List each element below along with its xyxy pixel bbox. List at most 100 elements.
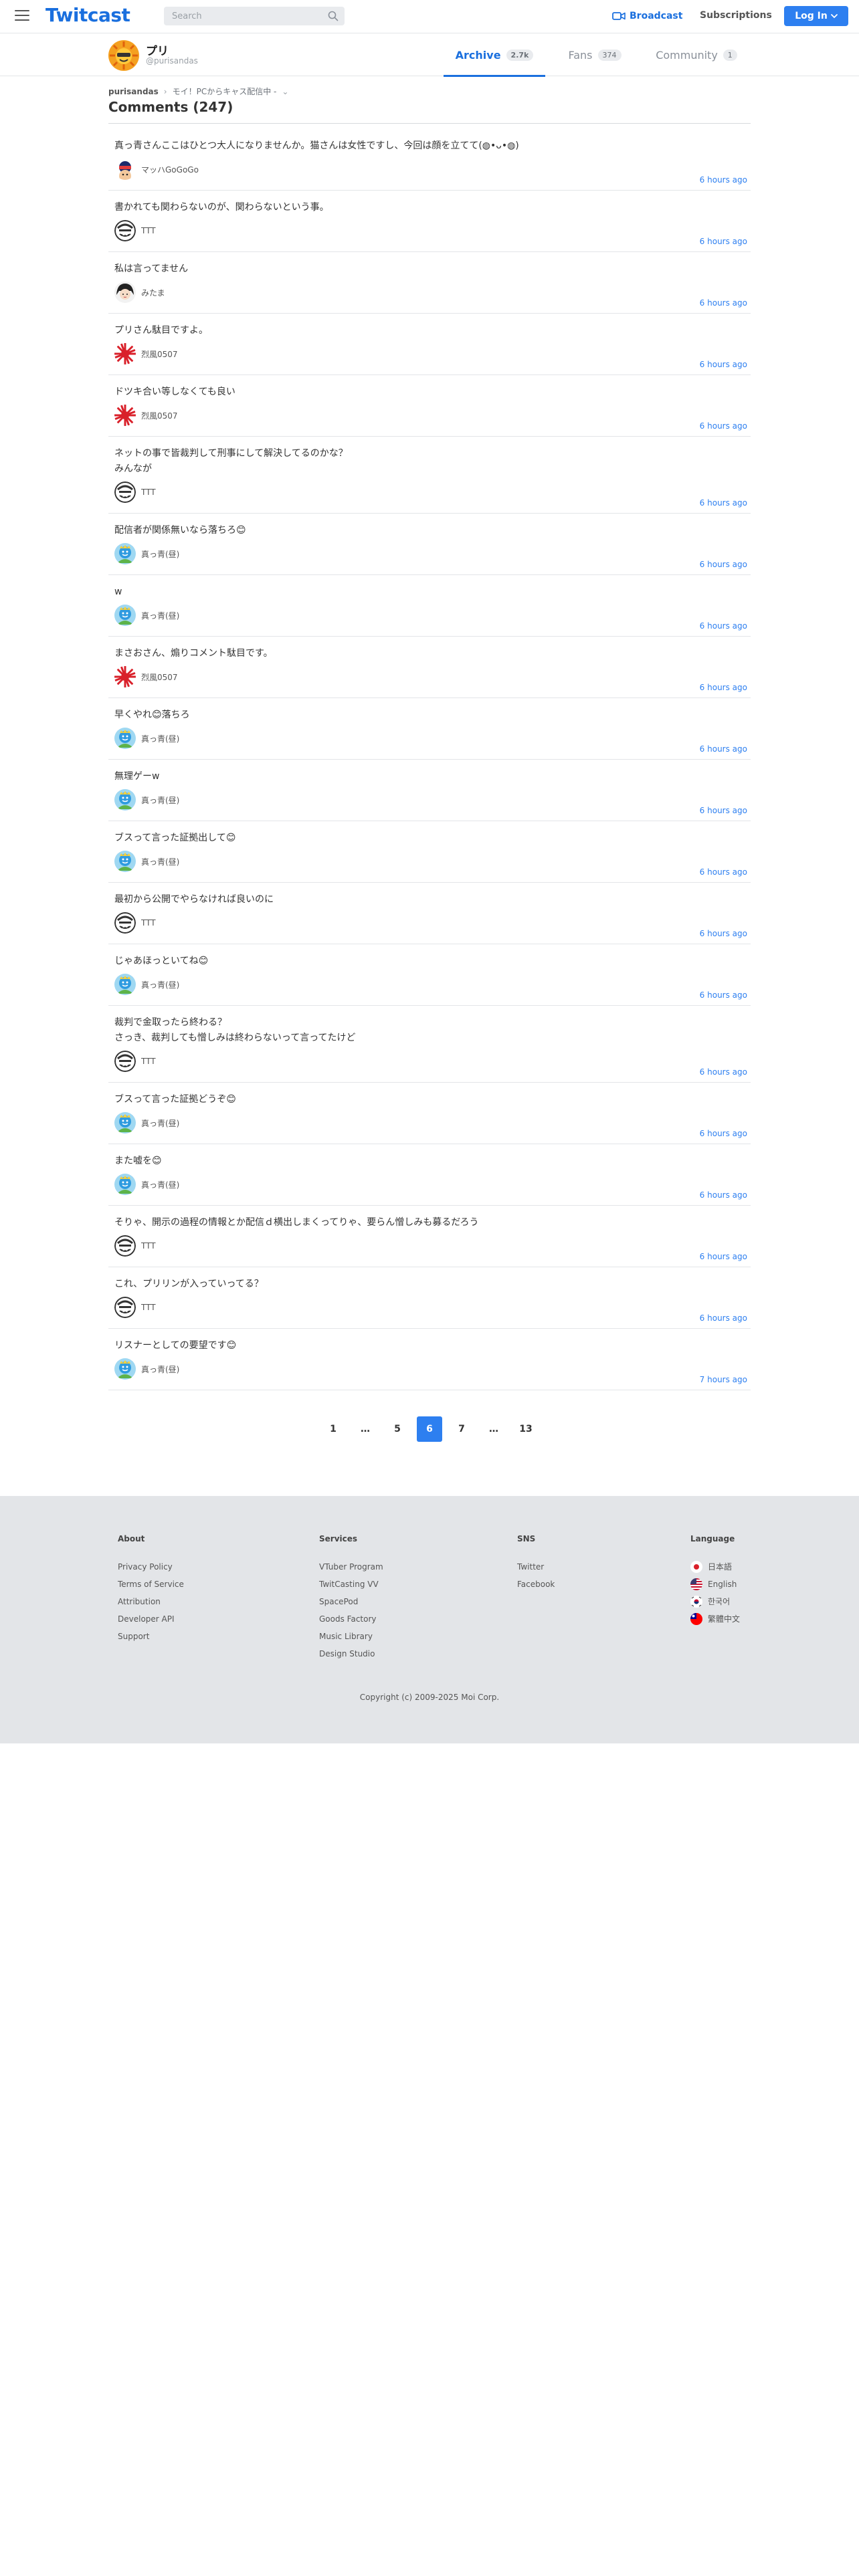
footer-about-link[interactable]: Terms of Service bbox=[118, 1576, 184, 1593]
comment-author[interactable]: 烈風0507 bbox=[114, 343, 178, 364]
pagination-page[interactable]: 7 bbox=[449, 1416, 474, 1442]
footer-services-link[interactable]: Goods Factory bbox=[319, 1610, 383, 1628]
comment-avatar[interactable] bbox=[114, 543, 136, 564]
comment-avatar[interactable] bbox=[114, 851, 136, 872]
comment-author[interactable]: 真っ青(昼) bbox=[114, 543, 179, 564]
footer-about-link[interactable]: Support bbox=[118, 1628, 184, 1645]
comment-avatar[interactable] bbox=[114, 1297, 136, 1318]
chevron-down-icon[interactable]: ⌄ bbox=[282, 87, 288, 96]
comment-author[interactable]: 烈風0507 bbox=[114, 405, 178, 426]
comment-username[interactable]: 烈風0507 bbox=[141, 348, 178, 360]
language-option[interactable]: English bbox=[690, 1576, 740, 1593]
comment-author[interactable]: マッハGoGoGo bbox=[114, 158, 199, 180]
comment-timestamp[interactable]: 6 hours ago bbox=[700, 683, 747, 692]
broadcast-button[interactable]: Broadcast bbox=[612, 9, 682, 23]
search-icon[interactable] bbox=[328, 11, 339, 21]
footer-services-link[interactable]: Music Library bbox=[319, 1628, 383, 1645]
comment-username[interactable]: 烈風0507 bbox=[141, 410, 178, 421]
comment-avatar[interactable] bbox=[114, 912, 136, 934]
comment-username[interactable]: TTT bbox=[141, 918, 156, 928]
comment-username[interactable]: TTT bbox=[141, 1241, 156, 1251]
pagination-page[interactable]: 13 bbox=[513, 1416, 539, 1442]
comment-timestamp[interactable]: 6 hours ago bbox=[700, 929, 747, 938]
comment-author[interactable]: 真っ青(昼) bbox=[114, 605, 179, 626]
comment-username[interactable]: 烈風0507 bbox=[141, 671, 178, 683]
comment-timestamp[interactable]: 6 hours ago bbox=[700, 744, 747, 754]
pagination-page[interactable]: 1 bbox=[320, 1416, 346, 1442]
footer-about-link[interactable]: Attribution bbox=[118, 1593, 184, 1610]
comment-author[interactable]: 真っ青(昼) bbox=[114, 789, 179, 811]
comment-avatar[interactable] bbox=[114, 158, 136, 180]
comment-author[interactable]: TTT bbox=[114, 1051, 156, 1072]
comment-username[interactable]: 真っ青(昼) bbox=[141, 979, 179, 990]
comment-author[interactable]: 真っ青(昼) bbox=[114, 974, 179, 995]
comment-author[interactable]: TTT bbox=[114, 1235, 156, 1257]
language-option[interactable]: 繁體中文 bbox=[690, 1610, 740, 1628]
comment-author[interactable]: 真っ青(昼) bbox=[114, 851, 179, 872]
comment-avatar[interactable] bbox=[114, 481, 136, 503]
comment-timestamp[interactable]: 6 hours ago bbox=[700, 237, 747, 246]
comment-timestamp[interactable]: 6 hours ago bbox=[700, 1190, 747, 1200]
footer-services-link[interactable]: SpacePod bbox=[319, 1593, 383, 1610]
comment-avatar[interactable] bbox=[114, 1235, 136, 1257]
comment-avatar[interactable] bbox=[114, 728, 136, 749]
comment-author[interactable]: 真っ青(昼) bbox=[114, 1112, 179, 1134]
comment-author[interactable]: TTT bbox=[114, 481, 156, 503]
breadcrumb-movie[interactable]: モイ！PCからキャス配信中 - bbox=[173, 86, 277, 97]
footer-services-link[interactable]: Design Studio bbox=[319, 1645, 383, 1662]
pagination-page[interactable]: 5 bbox=[385, 1416, 410, 1442]
comment-username[interactable]: 真っ青(昼) bbox=[141, 1364, 179, 1375]
comment-username[interactable]: 真っ青(昼) bbox=[141, 548, 179, 560]
comment-username[interactable]: TTT bbox=[141, 1057, 156, 1066]
comment-avatar[interactable] bbox=[114, 1112, 136, 1134]
twitcast-logo[interactable]: Twitcast bbox=[45, 4, 130, 26]
comment-username[interactable]: みたま bbox=[141, 287, 165, 298]
comment-avatar[interactable] bbox=[114, 405, 136, 426]
tab-archive[interactable]: Archive 2.7k bbox=[444, 33, 545, 77]
comment-timestamp[interactable]: 6 hours ago bbox=[700, 1252, 747, 1261]
comment-timestamp[interactable]: 7 hours ago bbox=[700, 1375, 747, 1384]
comment-timestamp[interactable]: 6 hours ago bbox=[700, 621, 747, 631]
comment-avatar[interactable] bbox=[114, 1051, 136, 1072]
comment-timestamp[interactable]: 6 hours ago bbox=[700, 1129, 747, 1138]
footer-sns-link[interactable]: Twitter bbox=[517, 1558, 555, 1576]
comment-avatar[interactable] bbox=[114, 1358, 136, 1380]
comment-username[interactable]: 真っ青(昼) bbox=[141, 1179, 179, 1190]
comment-author[interactable]: TTT bbox=[114, 1297, 156, 1318]
comment-author[interactable]: みたま bbox=[114, 282, 165, 303]
comment-timestamp[interactable]: 6 hours ago bbox=[700, 560, 747, 569]
user-avatar[interactable] bbox=[108, 40, 139, 71]
search-input[interactable] bbox=[164, 7, 318, 25]
comment-timestamp[interactable]: 6 hours ago bbox=[700, 990, 747, 1000]
comment-timestamp[interactable]: 6 hours ago bbox=[700, 360, 747, 369]
footer-services-link[interactable]: VTuber Program bbox=[319, 1558, 383, 1576]
comment-avatar[interactable] bbox=[114, 1174, 136, 1195]
comment-avatar[interactable] bbox=[114, 343, 136, 364]
breadcrumb-user[interactable]: purisandas bbox=[108, 87, 159, 96]
comment-timestamp[interactable]: 6 hours ago bbox=[700, 867, 747, 877]
comment-username[interactable]: TTT bbox=[141, 226, 156, 235]
menu-icon[interactable] bbox=[15, 10, 29, 22]
comment-username[interactable]: TTT bbox=[141, 488, 156, 497]
comment-avatar[interactable] bbox=[114, 666, 136, 687]
comment-timestamp[interactable]: 6 hours ago bbox=[700, 1313, 747, 1323]
comment-avatar[interactable] bbox=[114, 220, 136, 241]
comment-username[interactable]: 真っ青(昼) bbox=[141, 856, 179, 867]
pagination-page[interactable]: 6 bbox=[417, 1416, 442, 1442]
comment-author[interactable]: 烈風0507 bbox=[114, 666, 178, 687]
comment-username[interactable]: マッハGoGoGo bbox=[141, 164, 199, 175]
footer-sns-link[interactable]: Facebook bbox=[517, 1576, 555, 1593]
comment-avatar[interactable] bbox=[114, 789, 136, 811]
comment-author[interactable]: TTT bbox=[114, 912, 156, 934]
comment-username[interactable]: 真っ青(昼) bbox=[141, 1117, 179, 1129]
comment-avatar[interactable] bbox=[114, 605, 136, 626]
comment-avatar[interactable] bbox=[114, 282, 136, 303]
footer-about-link[interactable]: Privacy Policy bbox=[118, 1558, 184, 1576]
language-option[interactable]: 日本語 bbox=[690, 1558, 740, 1576]
comment-username[interactable]: TTT bbox=[141, 1303, 156, 1312]
comment-timestamp[interactable]: 6 hours ago bbox=[700, 1067, 747, 1077]
login-button[interactable]: Log In bbox=[784, 6, 848, 26]
comment-timestamp[interactable]: 6 hours ago bbox=[700, 175, 747, 185]
comment-author[interactable]: TTT bbox=[114, 220, 156, 241]
tab-fans[interactable]: Fans 374 bbox=[553, 33, 636, 76]
